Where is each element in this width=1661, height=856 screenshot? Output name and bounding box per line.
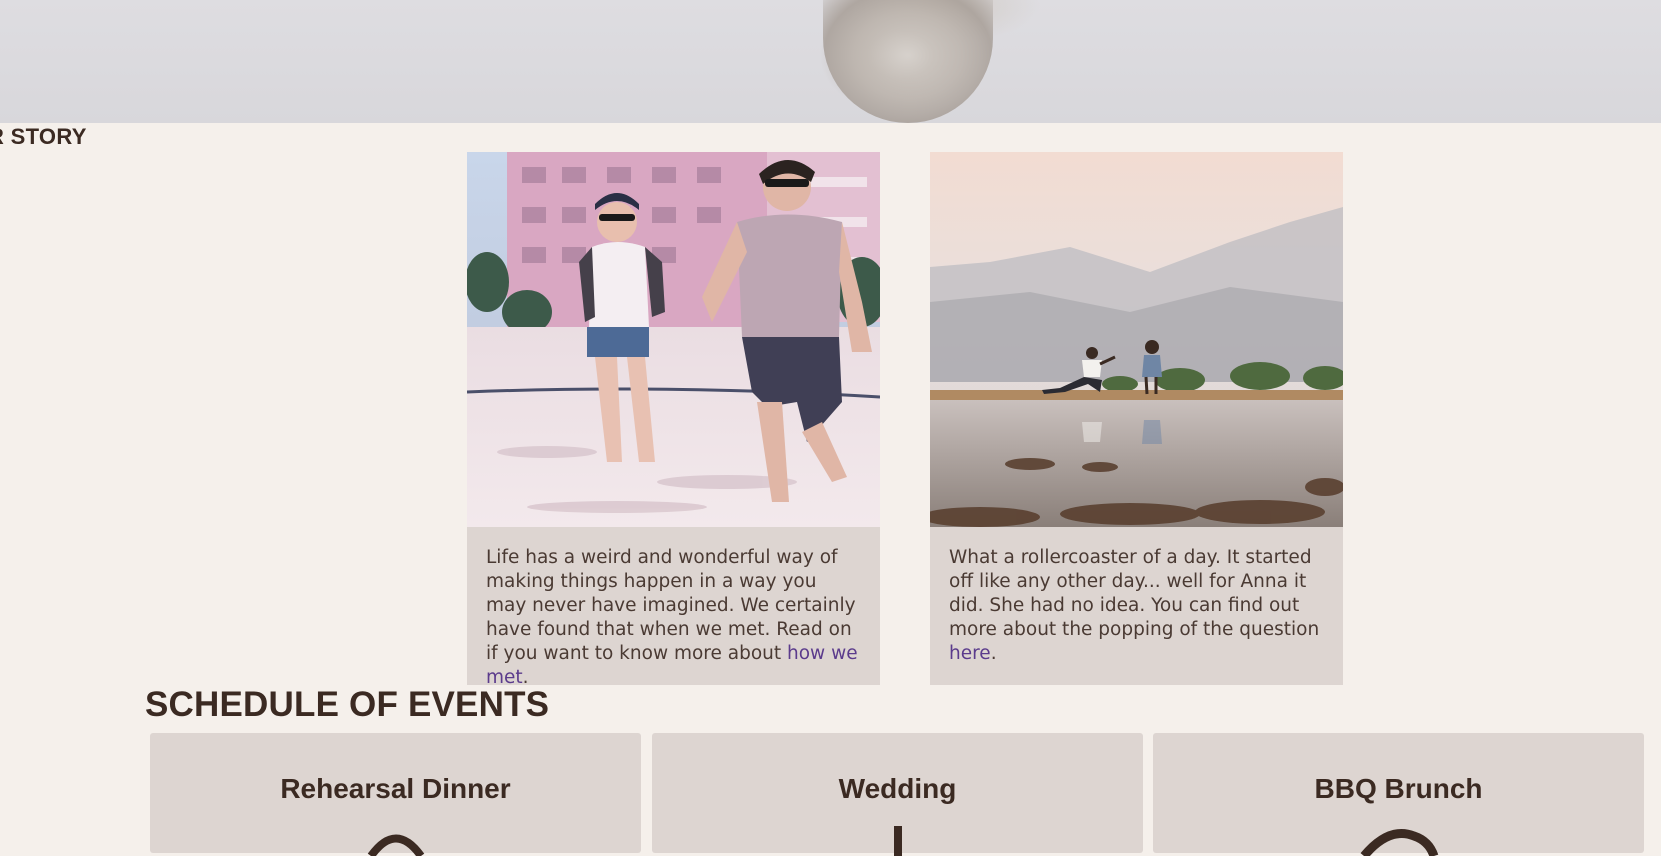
proposal-link[interactable]: here <box>949 643 991 664</box>
event-title: BBQ Brunch <box>1314 773 1483 804</box>
event-card-rehearsal-dinner: Rehearsal Dinner <box>150 733 641 856</box>
event-title: Rehearsal Dinner <box>280 773 511 804</box>
schedule-heading: SCHEDULE OF EVENTS <box>145 685 550 724</box>
ring-image <box>823 0 993 123</box>
wedding-icon <box>893 826 902 856</box>
story-card-proposal: What a rollercoaster of a day. It starte… <box>930 152 1343 685</box>
proposal-text: What a rollercoaster of a day. It starte… <box>949 546 1324 666</box>
our-story-heading: R STORY <box>0 124 87 149</box>
event-card-bbq-brunch: BBQ Brunch <box>1153 733 1644 856</box>
couple-beach-photo <box>467 152 880 527</box>
proposal-photo <box>930 152 1343 527</box>
event-card-wedding: Wedding <box>652 733 1143 856</box>
proposal-suffix: . <box>990 643 997 664</box>
story-card-how-we-met: Life has a weird and wonderful way of ma… <box>467 152 880 688</box>
hero-image <box>0 0 1661 123</box>
proposal-body: What a rollercoaster of a day. It starte… <box>949 547 1320 640</box>
event-title: Wedding <box>838 773 957 804</box>
brunch-icon <box>1360 829 1438 856</box>
how-we-met-text: Life has a weird and wonderful way of ma… <box>486 546 861 690</box>
dinner-icon <box>367 834 424 856</box>
